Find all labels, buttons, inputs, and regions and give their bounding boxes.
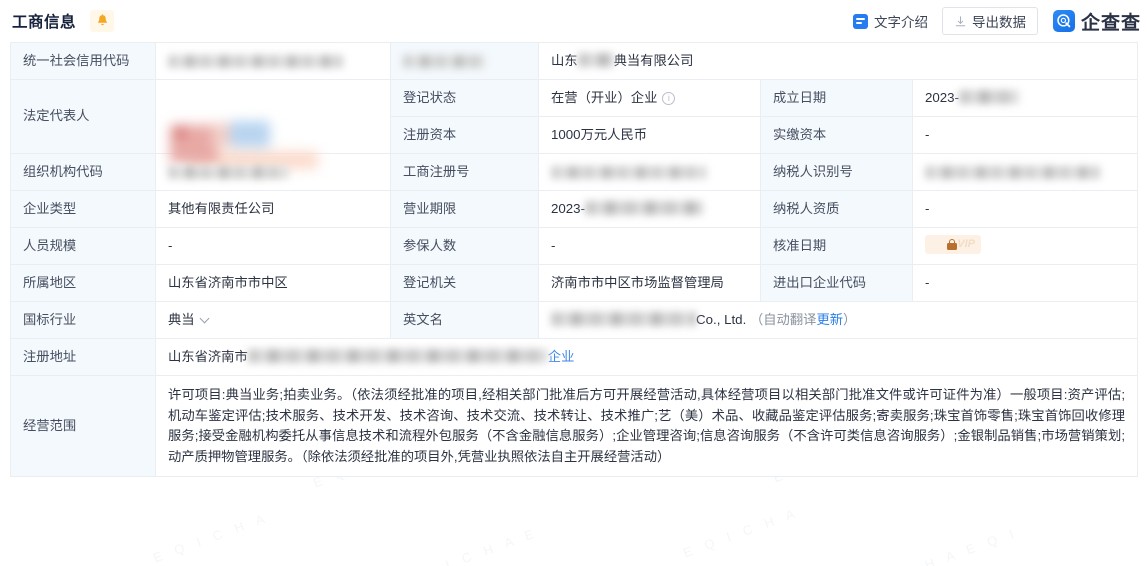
chevron-down-icon[interactable]: [199, 313, 210, 324]
row-label-taxpayer-id: 纳税人识别号: [760, 153, 913, 191]
row-label-legal-representative: 法定代表人: [10, 79, 156, 154]
table-row: 经营范围 许可项目:典当业务;拍卖业务。（依法须经批准的项目,经相关部门批准后方…: [10, 374, 1139, 478]
row-label-insured-count: 参保人数: [390, 227, 539, 265]
row-value-registered-address: 山东省济南市 企业: [154, 338, 1139, 376]
row-value-legal-representative: [155, 79, 391, 169]
row-label-registration-authority: 登记机关: [390, 264, 539, 302]
english-name-suffix: Co., Ltd.: [696, 311, 747, 327]
row-label-company-type: 企业类型: [10, 190, 156, 228]
vip-label: VIP: [957, 238, 975, 251]
row-value-business-scope: 许可项目:典当业务;拍卖业务。（依法须经批准的项目,经相关部门批准后方可开展经营…: [154, 374, 1139, 478]
redacted-block: [959, 89, 1020, 104]
info-circle-icon[interactable]: i: [662, 91, 676, 105]
row-label-org-code: 组织机构代码: [10, 153, 156, 191]
business-info-table-wrap: 统一社会信用代码 山东 典当有限公司 法定代表人 登记状态 在营（开业）企业 i: [0, 42, 1147, 478]
row-value-taxpayer-qualification: -: [911, 190, 1139, 228]
registration-status-text: 在营（开业）企业: [551, 89, 658, 105]
page-header: 工商信息 文字介绍 导出数据 企查查: [0, 0, 1147, 42]
registered-address-link[interactable]: 企业: [548, 349, 575, 364]
redacted-block: [551, 311, 696, 326]
row-value-registration-authority: 济南市市中区市场监督管理局: [538, 264, 761, 302]
row-value-business-reg-no: [538, 153, 761, 191]
row-label-business-reg-no: 工商注册号: [390, 153, 539, 191]
export-data-label: 导出数据: [971, 15, 1026, 30]
redacted-block: [403, 54, 485, 68]
row-label-registered-capital: 注册资本: [390, 116, 539, 154]
page-title: 工商信息: [12, 14, 77, 31]
row-value-unified-credit-code: [155, 42, 391, 80]
row-label-taxpayer-qualification: 纳税人资质: [760, 190, 913, 228]
row-value-establish-date: 2023-: [911, 79, 1139, 117]
row-label-english-name: 英文名: [390, 301, 539, 339]
row-label-registered-address: 注册地址: [10, 338, 156, 376]
brand-name: 企查查: [1080, 12, 1141, 34]
redacted-block: [247, 348, 548, 363]
business-term-text: 2023-: [551, 200, 586, 216]
row-value-insured-count: -: [538, 227, 761, 265]
table-row: 企业类型 其他有限责任公司 营业期限 2023- 纳税人资质 -: [10, 190, 1139, 228]
text-intro-button[interactable]: 文字介绍: [852, 11, 928, 31]
auto-translate-note-close: ）: [843, 311, 857, 327]
row-label-region: 所属地区: [10, 264, 156, 302]
redacted-block: [585, 200, 704, 215]
row-label-registration-status: 登记状态: [390, 79, 539, 117]
auto-translate-update-link[interactable]: 更新: [816, 312, 843, 327]
lock-icon: [947, 239, 957, 251]
row-value-import-export-code: -: [911, 264, 1139, 302]
table-row: 所属地区 山东省济南市市中区 登记机关 济南市市中区市场监督管理局 进出口企业代…: [10, 264, 1139, 302]
row-value-registered-capital: 1000万元人民币: [538, 116, 761, 154]
redacted-block: [577, 52, 614, 67]
row-label-redacted: [390, 42, 539, 80]
row-value-business-term: 2023-: [538, 190, 761, 228]
row-value-staff-size: -: [155, 227, 391, 265]
row-value-english-name: Co., Ltd. （自动翻译更新）: [537, 301, 1139, 339]
auto-translate-note-open: （自动翻译: [749, 311, 817, 327]
table-row: 法定代表人 登记状态 在营（开业）企业 i 成立日期 2023-: [10, 79, 1139, 169]
row-value-approval-date: VIP: [911, 227, 1139, 265]
table-row: 人员规模 - 参保人数 - 核准日期 VIP: [10, 227, 1139, 265]
row-label-unified-credit-code: 统一社会信用代码: [10, 42, 156, 80]
company-name-suffix: 典当有限公司: [613, 52, 694, 68]
business-info-table: 统一社会信用代码 山东 典当有限公司 法定代表人 登记状态 在营（开业）企业 i: [10, 42, 1139, 478]
row-label-approval-date: 核准日期: [760, 227, 913, 265]
redacted-block: [168, 165, 288, 179]
row-value-taxpayer-id: [911, 153, 1139, 191]
download-icon: [955, 15, 966, 26]
company-name-prefix: 山东: [551, 52, 578, 68]
row-label-national-industry: 国标行业: [10, 301, 156, 339]
row-label-import-export-code: 进出口企业代码: [760, 264, 913, 302]
row-label-business-scope: 经营范围: [10, 374, 156, 478]
row-value-registration-status: 在营（开业）企业 i: [538, 79, 761, 117]
header-actions: 文字介绍 导出数据 企查查: [852, 7, 1147, 35]
vip-lock-badge[interactable]: VIP: [925, 235, 981, 255]
registered-address-prefix: 山东省济南市: [168, 348, 248, 364]
export-data-button[interactable]: 导出数据: [941, 7, 1038, 35]
redacted-block: [168, 54, 343, 68]
qichacha-logo-icon: [1052, 10, 1075, 32]
row-value-paidin-capital: -: [911, 116, 1139, 154]
business-info-page: 工商信息 文字介绍 导出数据 企查查 E Q I C H A Q I C H A…: [0, 0, 1147, 566]
row-value-company-name: 山东 典当有限公司: [537, 42, 1139, 80]
row-value-region: 山东省济南市市中区: [155, 264, 391, 302]
table-row: 注册地址 山东省济南市 企业: [10, 338, 1139, 376]
national-industry-text: 典当: [168, 311, 195, 327]
redacted-block: [551, 165, 706, 179]
table-row: 统一社会信用代码 山东 典当有限公司: [10, 42, 1139, 80]
row-label-paidin-capital: 实缴资本: [760, 116, 913, 154]
bell-icon[interactable]: [90, 10, 115, 32]
row-label-staff-size: 人员规模: [10, 227, 156, 265]
row-value-national-industry: 典当: [155, 301, 391, 339]
brand-logo[interactable]: 企查查: [1052, 8, 1141, 35]
text-document-icon: [852, 13, 868, 29]
row-label-establish-date: 成立日期: [760, 79, 913, 117]
row-value-company-type: 其他有限责任公司: [155, 190, 391, 228]
row-label-business-term: 营业期限: [390, 190, 539, 228]
text-intro-label: 文字介绍: [873, 15, 928, 30]
redacted-block: [925, 165, 1100, 179]
table-row: 国标行业 典当 英文名 Co., Ltd. （自动翻译更新）: [10, 301, 1139, 339]
establish-date-text: 2023-: [925, 89, 960, 105]
